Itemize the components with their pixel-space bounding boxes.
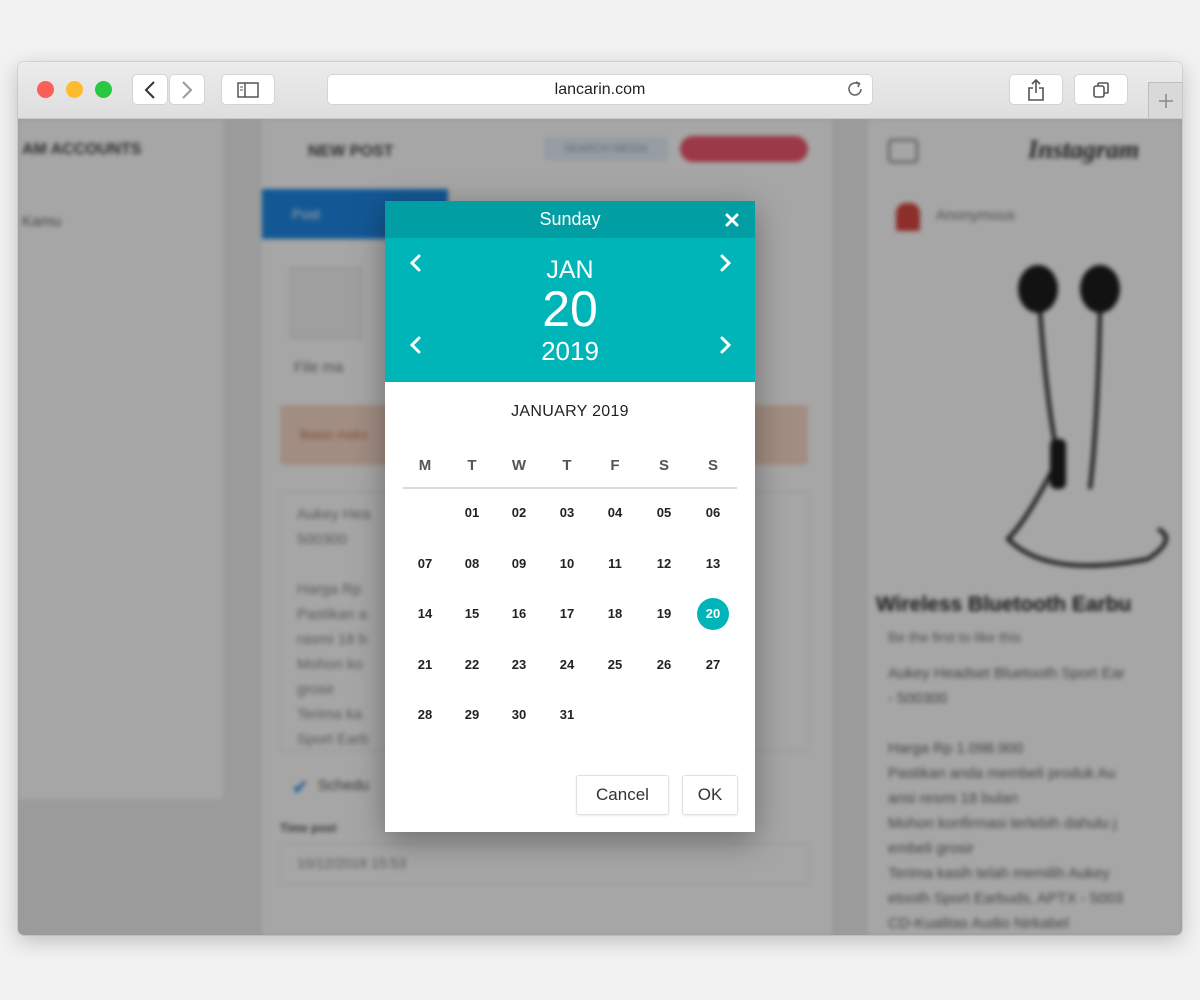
calendar-title: JANUARY 2019 (511, 403, 629, 420)
weekday-header: T (562, 457, 572, 474)
share-icon (1028, 78, 1044, 101)
plus-icon (1158, 93, 1173, 108)
calendar-day[interactable]: 14 (409, 598, 441, 630)
url-text: lancarin.com (554, 81, 646, 98)
calendar-day[interactable]: 29 (456, 699, 488, 731)
address-bar[interactable]: lancarin.com (327, 74, 873, 105)
calendar-day-selected[interactable]: 20 (697, 598, 729, 630)
close-icon[interactable] (724, 212, 740, 228)
calendar-day[interactable]: 19 (648, 598, 680, 630)
weekday-header: S (658, 457, 669, 474)
sidebar-toggle-button[interactable] (221, 74, 275, 105)
page-content: AM ACCOUNTS Kamu NEW POST SEARCH MEDIA P… (18, 119, 1182, 935)
calendar-day[interactable]: 28 (409, 699, 441, 731)
calendar-day[interactable]: 31 (551, 699, 583, 731)
picker-header: Sunday (385, 201, 755, 238)
calendar-day[interactable]: 03 (551, 497, 583, 529)
close-window-button[interactable] (37, 81, 54, 98)
calendar-day[interactable]: 04 (599, 497, 631, 529)
chevron-right-icon (182, 80, 193, 99)
calendar-day[interactable]: 23 (503, 649, 535, 681)
tabs-overview-button[interactable] (1074, 74, 1128, 105)
browser-toolbar: lancarin.com (18, 62, 1182, 119)
calendar-day[interactable]: 22 (456, 649, 488, 681)
tabs-icon (1093, 81, 1109, 98)
calendar-day[interactable]: 16 (503, 598, 535, 630)
calendar-day[interactable]: 27 (697, 649, 729, 681)
calendar-day[interactable]: 18 (599, 598, 631, 630)
weekday-header: S (707, 457, 718, 474)
new-tab-button[interactable] (1148, 82, 1182, 118)
ok-button[interactable]: OK (682, 775, 738, 815)
calendar-day[interactable]: 09 (503, 548, 535, 580)
selected-day: 20 (542, 281, 598, 337)
weekday-header: W (511, 457, 527, 474)
cancel-button[interactable]: Cancel (576, 775, 669, 815)
calendar-day[interactable]: 30 (503, 699, 535, 731)
reload-icon[interactable] (846, 80, 864, 98)
calendar-day[interactable]: 07 (409, 548, 441, 580)
zoom-window-button[interactable] (95, 81, 112, 98)
calendar-day[interactable]: 06 (697, 497, 729, 529)
calendar-day[interactable]: 25 (599, 649, 631, 681)
calendar-day[interactable]: 01 (456, 497, 488, 529)
share-button[interactable] (1009, 74, 1063, 105)
chevron-left-icon (144, 80, 155, 99)
calendar-day[interactable]: 17 (551, 598, 583, 630)
calendar-day[interactable]: 24 (551, 649, 583, 681)
forward-button[interactable] (169, 74, 205, 105)
picker-weekday: Sunday (539, 209, 601, 229)
calendar-day[interactable]: 10 (551, 548, 583, 580)
calendar-day[interactable]: 26 (648, 649, 680, 681)
calendar-day[interactable]: 11 (599, 548, 631, 580)
weekday-header: F (610, 457, 620, 474)
calendar-day[interactable]: 08 (456, 548, 488, 580)
calendar-day[interactable]: 02 (503, 497, 535, 529)
selected-year: 2019 (541, 336, 599, 366)
calendar-day[interactable]: 15 (456, 598, 488, 630)
calendar-day[interactable]: 13 (697, 548, 729, 580)
calendar-day[interactable]: 12 (648, 548, 680, 580)
minimize-window-button[interactable] (66, 81, 83, 98)
calendar-divider (403, 487, 737, 489)
calendar-day[interactable]: 05 (648, 497, 680, 529)
weekday-header: M (418, 457, 432, 474)
weekday-header: T (467, 457, 477, 474)
sidebar-icon (237, 81, 259, 98)
calendar-day[interactable]: 21 (409, 649, 441, 681)
weekday-header-row: M T W T F S S (401, 457, 739, 477)
date-picker: Sunday JAN 20 2019 JANUARY 2019 M T W T … (385, 201, 755, 832)
back-button[interactable] (132, 74, 168, 105)
browser-window: lancarin.com AM ACCOUNTS Kamu NEW POST S… (18, 62, 1182, 935)
picker-date-display: JAN 20 2019 (385, 238, 755, 382)
